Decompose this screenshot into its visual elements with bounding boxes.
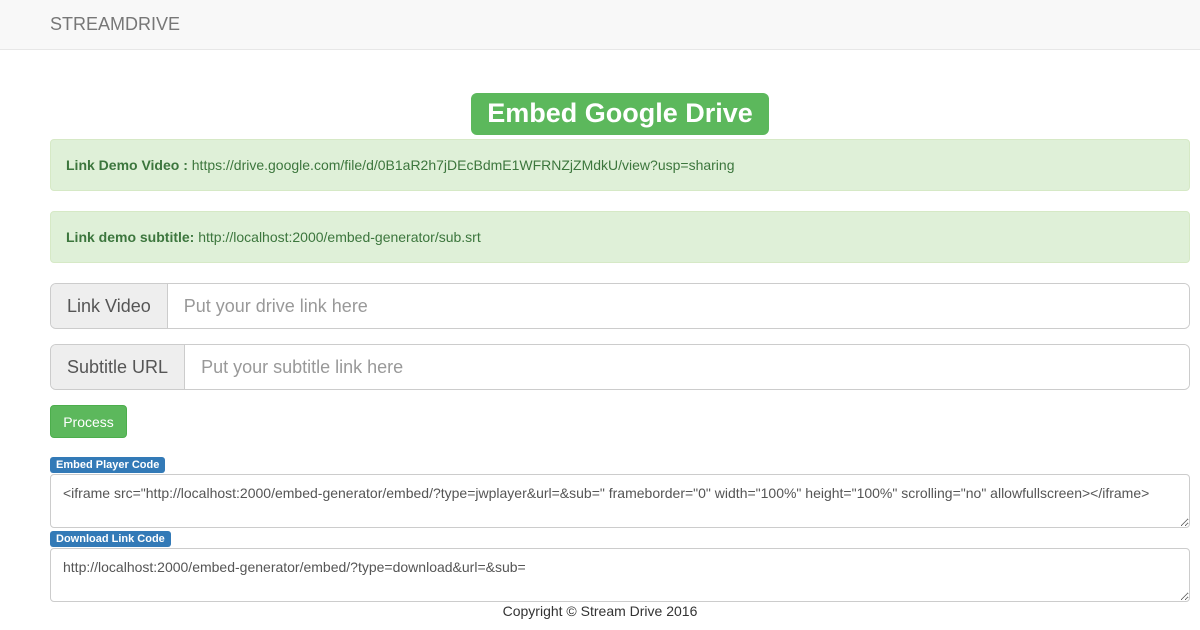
link-video-input[interactable] [167, 284, 1189, 328]
link-video-group: Link Video [50, 283, 1190, 329]
demo-subtitle-link: http://localhost:2000/embed-generator/su… [198, 229, 481, 245]
page-title: Embed Google Drive [471, 93, 769, 135]
demo-video-label: Link Demo Video : [66, 157, 188, 173]
demo-subtitle-alert: Link demo subtitle: http://localhost:200… [50, 211, 1190, 263]
process-button[interactable]: Process [50, 405, 127, 438]
embed-player-code-label: Embed Player Code [50, 457, 166, 473]
top-navbar: STREAMDRIVE [0, 0, 1200, 50]
demo-subtitle-label: Link demo subtitle: [66, 229, 195, 245]
subtitle-url-group: Subtitle URL [50, 344, 1190, 390]
embed-player-code-textarea[interactable]: <iframe src="http://localhost:2000/embed… [50, 474, 1190, 528]
demo-video-alert: Link Demo Video : https://drive.google.c… [50, 139, 1190, 191]
download-link-code-textarea[interactable]: http://localhost:2000/embed-generator/em… [50, 548, 1190, 602]
download-link-code-label: Download Link Code [50, 531, 171, 547]
subtitle-url-input[interactable] [185, 345, 1189, 389]
link-video-addon: Link Video [51, 284, 168, 328]
subtitle-url-addon: Subtitle URL [51, 345, 186, 389]
demo-video-link: https://drive.google.com/file/d/0B1aR2h7… [191, 157, 735, 173]
brand-logo-text[interactable]: STREAMDRIVE [50, 14, 180, 35]
footer-copyright: Copyright © Stream Drive 2016 [502, 603, 698, 619]
